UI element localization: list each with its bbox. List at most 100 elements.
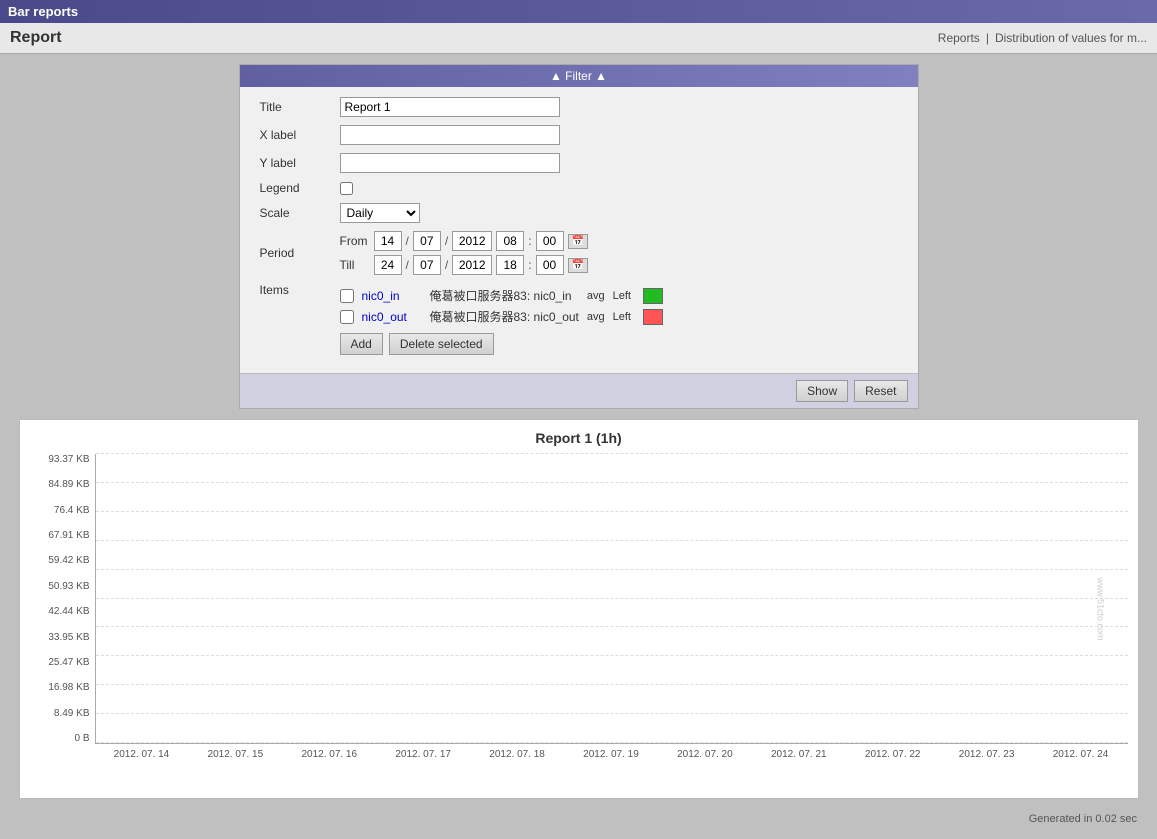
x-axis: 2012. 07. 14 2012. 07. 15 2012. 07. 16 2012… xyxy=(95,749,1128,774)
grid-line xyxy=(96,453,1128,454)
ylabel-label: Y label xyxy=(260,156,340,170)
from-label: From xyxy=(340,234,370,248)
title-bar-label: Bar reports xyxy=(8,4,78,19)
title-label: Title xyxy=(260,100,340,114)
xlabel-input[interactable] xyxy=(340,125,560,145)
item2-color[interactable] xyxy=(643,309,663,325)
from-line: From / / : 📅 xyxy=(340,231,588,251)
x-axis-label: 2012. 07. 16 xyxy=(301,749,357,760)
scale-label: Scale xyxy=(260,206,340,220)
grid-line xyxy=(96,742,1128,743)
grid-line xyxy=(96,540,1128,541)
show-button[interactable]: Show xyxy=(796,380,848,402)
title-input[interactable] xyxy=(340,97,560,117)
x-axis-label: 2012. 07. 22 xyxy=(865,749,921,760)
y-axis-label: 50.93 KB xyxy=(48,581,89,592)
y-axis-label: 0 B xyxy=(74,733,89,744)
item1-agg: avg xyxy=(587,290,605,302)
x-axis-label: 2012. 07. 19 xyxy=(583,749,639,760)
item2-agg: avg xyxy=(587,311,605,323)
x-axis-label: 2012. 07. 20 xyxy=(677,749,733,760)
ylabel-input[interactable] xyxy=(340,153,560,173)
y-axis: 93.37 KB84.89 KB76.4 KB67.91 KB59.42 KB5… xyxy=(30,454,95,744)
x-axis-label: 2012. 07. 17 xyxy=(395,749,451,760)
from-day[interactable] xyxy=(374,231,402,251)
item1-link[interactable]: nic0_in xyxy=(362,289,422,303)
grid-line xyxy=(96,713,1128,714)
y-axis-label: 16.98 KB xyxy=(48,682,89,693)
item2-axis: Left xyxy=(613,311,631,323)
grid-line xyxy=(96,598,1128,599)
from-year[interactable] xyxy=(452,231,492,251)
till-calendar-btn[interactable]: 📅 xyxy=(568,258,588,273)
bars-area xyxy=(95,454,1128,744)
grid-line xyxy=(96,626,1128,627)
xlabel-label: X label xyxy=(260,128,340,142)
chart-container: Report 1 (1h) 93.37 KB84.89 KB76.4 KB67.… xyxy=(19,419,1139,799)
reset-button[interactable]: Reset xyxy=(854,380,907,402)
y-axis-label: 67.91 KB xyxy=(48,530,89,541)
delete-selected-button[interactable]: Delete selected xyxy=(389,333,494,355)
grid-line xyxy=(96,684,1128,685)
y-axis-label: 76.4 KB xyxy=(54,505,90,516)
page-header: Report Reports | Distribution of values … xyxy=(0,23,1157,54)
scale-row: Scale Daily Weekly Monthly xyxy=(260,203,898,223)
period-label: Period xyxy=(260,246,340,260)
y-axis-label: 42.44 KB xyxy=(48,606,89,617)
title-row: Title xyxy=(260,97,898,117)
breadcrumb-dist: Distribution of values for m... xyxy=(995,31,1147,45)
item1-axis: Left xyxy=(613,290,631,302)
page-title: Report xyxy=(10,29,62,47)
xlabel-row: X label xyxy=(260,125,898,145)
legend-row: Legend xyxy=(260,181,898,195)
till-line: Till / / : 📅 xyxy=(340,255,588,275)
from-calendar-btn[interactable]: 📅 xyxy=(568,234,588,249)
grid-line xyxy=(96,511,1128,512)
x-axis-label: 2012. 07. 18 xyxy=(489,749,545,760)
x-axis-label: 2012. 07. 14 xyxy=(114,749,170,760)
main-content: ▲ Filter ▲ Title X label Y label Legend … xyxy=(0,54,1157,839)
x-axis-label: 2012. 07. 21 xyxy=(771,749,827,760)
till-year[interactable] xyxy=(452,255,492,275)
x-axis-label: 2012. 07. 15 xyxy=(208,749,264,760)
item2-checkbox[interactable] xyxy=(340,310,354,324)
item2-desc: 俺葛被口服务器83: nic0_out xyxy=(430,308,579,325)
watermark: www.51cto.com xyxy=(1096,577,1106,640)
chart-title: Report 1 (1h) xyxy=(30,430,1128,446)
from-min[interactable] xyxy=(536,231,564,251)
till-hour[interactable] xyxy=(496,255,524,275)
ylabel-row: Y label xyxy=(260,153,898,173)
y-axis-label: 8.49 KB xyxy=(54,708,90,719)
y-axis-label: 33.95 KB xyxy=(48,632,89,643)
filter-toggle[interactable]: ▲ Filter ▲ xyxy=(240,65,918,87)
grid-line xyxy=(96,482,1128,483)
till-month[interactable] xyxy=(413,255,441,275)
filter-panel: ▲ Filter ▲ Title X label Y label Legend … xyxy=(239,64,919,409)
period-row: Period From / / : 📅 xyxy=(260,231,898,275)
till-day[interactable] xyxy=(374,255,402,275)
y-axis-label: 84.89 KB xyxy=(48,479,89,490)
title-bar: Bar reports xyxy=(0,0,1157,23)
till-min[interactable] xyxy=(536,255,564,275)
breadcrumb: Reports | Distribution of values for m..… xyxy=(938,31,1147,45)
items-section: nic0_in 俺葛被口服务器83: nic0_in avg Left nic0… xyxy=(340,287,664,355)
add-button[interactable]: Add xyxy=(340,333,383,355)
item1-desc: 俺葛被口服务器83: nic0_in xyxy=(430,287,579,304)
items-buttons: Add Delete selected xyxy=(340,333,664,355)
x-axis-label: 2012. 07. 23 xyxy=(959,749,1015,760)
list-item: nic0_in 俺葛被口服务器83: nic0_in avg Left xyxy=(340,287,664,304)
item1-checkbox[interactable] xyxy=(340,289,354,303)
from-hour[interactable] xyxy=(496,231,524,251)
scale-select[interactable]: Daily Weekly Monthly xyxy=(340,203,420,223)
item2-link[interactable]: nic0_out xyxy=(362,310,422,324)
till-label: Till xyxy=(340,258,370,272)
items-row: Items nic0_in 俺葛被口服务器83: nic0_in avg Lef… xyxy=(260,283,898,355)
legend-label: Legend xyxy=(260,181,340,195)
period-inputs: From / / : 📅 Till / xyxy=(340,231,588,275)
from-month[interactable] xyxy=(413,231,441,251)
legend-checkbox[interactable] xyxy=(340,182,353,195)
grid-line xyxy=(96,655,1128,656)
x-axis-label: 2012. 07. 24 xyxy=(1053,749,1109,760)
item1-color[interactable] xyxy=(643,288,663,304)
list-item: nic0_out 俺葛被口服务器83: nic0_out avg Left xyxy=(340,308,664,325)
